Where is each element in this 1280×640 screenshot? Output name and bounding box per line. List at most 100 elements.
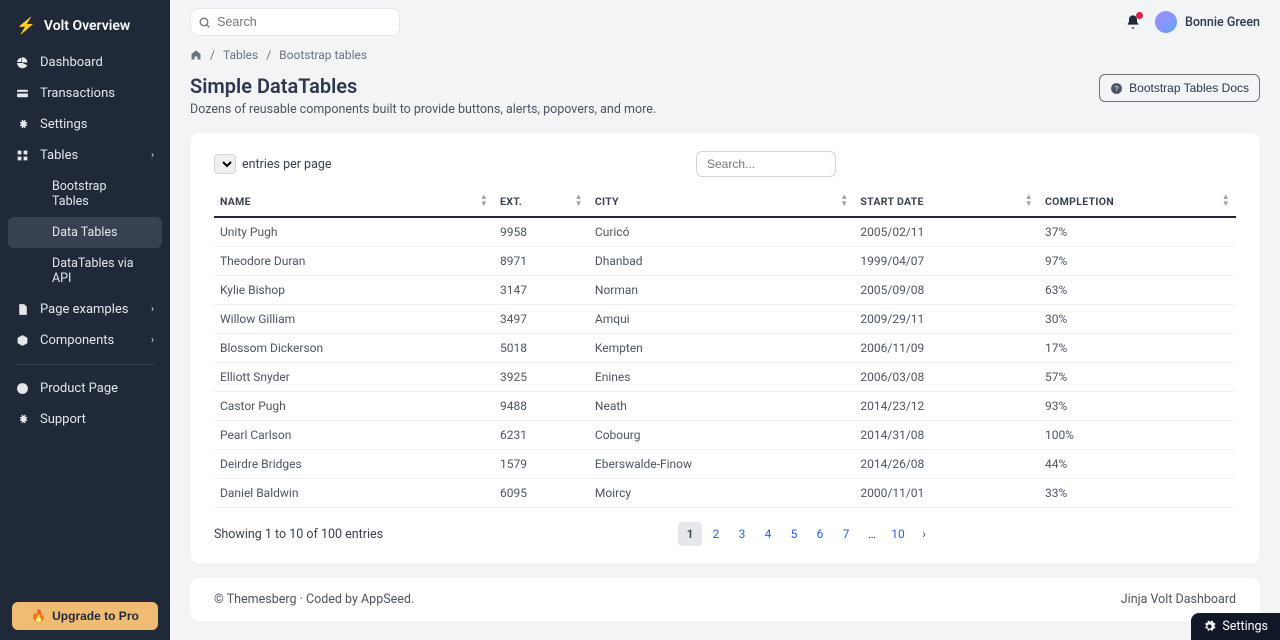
nav-label: Tables (40, 148, 78, 163)
breadcrumb-tables[interactable]: Tables (223, 48, 258, 62)
search-input[interactable] (217, 9, 399, 35)
page-4[interactable]: 4 (756, 522, 780, 546)
page-1[interactable]: 1 (678, 522, 702, 546)
table-cell: 37% (1039, 217, 1236, 247)
nav-label: Transactions (40, 86, 115, 101)
table-cell: 6231 (494, 421, 589, 450)
table-cell: 17% (1039, 334, 1236, 363)
global-search[interactable] (190, 8, 400, 36)
page-3[interactable]: 3 (730, 522, 754, 546)
table-cell: Daniel Baldwin (214, 479, 494, 508)
table-cell: 2014/31/08 (854, 421, 1039, 450)
help-icon (16, 382, 30, 395)
breadcrumb: / Tables / Bootstrap tables (170, 44, 1280, 62)
settings-fab-label: Settings (1222, 619, 1268, 634)
table-cell: 93% (1039, 392, 1236, 421)
sort-icon: ▲▼ (480, 193, 488, 207)
table-row: Castor Pugh9488Neath2014/23/1293% (214, 392, 1236, 421)
nav-label: Support (40, 412, 86, 427)
avatar (1155, 11, 1177, 33)
grid-icon (16, 149, 30, 162)
table-cell: 2000/11/01 (854, 479, 1039, 508)
col-header[interactable]: EXT.▲▼ (494, 187, 589, 217)
page-7[interactable]: 7 (834, 522, 858, 546)
gear-icon (1203, 620, 1216, 633)
chevron-right-icon: › (151, 304, 154, 315)
table-cell: 97% (1039, 247, 1236, 276)
sidebar-sub-datatables-via-api[interactable]: DataTables via API (8, 248, 162, 294)
col-header[interactable]: NAME▲▼ (214, 187, 494, 217)
page-6[interactable]: 6 (808, 522, 832, 546)
sidebar-item-dashboard[interactable]: Dashboard (0, 47, 170, 78)
page-next[interactable]: › (912, 522, 936, 546)
table-cell: 2014/23/12 (854, 392, 1039, 421)
sidebar-item-page-examples[interactable]: Page examples › (0, 294, 170, 325)
table-cell: 8971 (494, 247, 589, 276)
sidebar-item-support[interactable]: Support (0, 404, 170, 435)
table-cell: 9488 (494, 392, 589, 421)
page-10[interactable]: 10 (886, 522, 910, 546)
sidebar-item-settings[interactable]: Settings (0, 109, 170, 140)
fire-icon: 🔥 (31, 609, 46, 623)
table-cell: 9958 (494, 217, 589, 247)
sidebar-item-transactions[interactable]: Transactions (0, 78, 170, 109)
settings-fab[interactable]: Settings (1191, 613, 1280, 640)
table-row: Blossom Dickerson5018Kempten2006/11/0917… (214, 334, 1236, 363)
docs-button[interactable]: ? Bootstrap Tables Docs (1099, 74, 1260, 102)
gear-icon (16, 413, 30, 426)
footer-themesberg-link[interactable]: Themesberg (227, 592, 297, 607)
table-cell: Norman (589, 276, 855, 305)
table-cell: Castor Pugh (214, 392, 494, 421)
page-2[interactable]: 2 (704, 522, 728, 546)
table-cell: 2006/03/08 (854, 363, 1039, 392)
notification-dot-icon (1136, 12, 1143, 19)
table-cell: Unity Pugh (214, 217, 494, 247)
table-cell: 3147 (494, 276, 589, 305)
footer-appseed-link[interactable]: AppSeed (361, 592, 411, 607)
entries-select[interactable]: 10 (214, 154, 236, 174)
gear-icon (16, 118, 30, 131)
table-search-input[interactable] (696, 151, 836, 177)
table-cell: 2005/02/11 (854, 217, 1039, 247)
table-row: Elliott Snyder3925Enines2006/03/0857% (214, 363, 1236, 392)
col-header[interactable]: COMPLETION▲▼ (1039, 187, 1236, 217)
table-cell: Blossom Dickerson (214, 334, 494, 363)
table-row: Daniel Baldwin6095Moircy2000/11/0133% (214, 479, 1236, 508)
table-row: Kylie Bishop3147Norman2005/09/0863% (214, 276, 1236, 305)
table-cell: Willow Gilliam (214, 305, 494, 334)
user-menu[interactable]: Bonnie Green (1155, 11, 1260, 33)
table-row: Pearl Carlson6231Cobourg2014/31/08100% (214, 421, 1236, 450)
upgrade-button[interactable]: 🔥 Upgrade to Pro (12, 602, 158, 630)
page-5[interactable]: 5 (782, 522, 806, 546)
nav-label: Product Page (40, 381, 118, 396)
brand[interactable]: ⚡ Volt Overview (0, 10, 170, 47)
topbar: Bonnie Green (170, 0, 1280, 44)
table-cell: Theodore Duran (214, 247, 494, 276)
pagination: 1234567…10› (678, 522, 936, 546)
page-icon (16, 303, 30, 316)
sort-icon: ▲▼ (575, 193, 583, 207)
notifications-button[interactable] (1125, 14, 1141, 30)
table-row: Unity Pugh9958Curicó2005/02/1137% (214, 217, 1236, 247)
table-cell: 63% (1039, 276, 1236, 305)
col-header[interactable]: CITY▲▼ (589, 187, 855, 217)
col-header[interactable]: START DATE▲▼ (854, 187, 1039, 217)
table-cell: 1579 (494, 450, 589, 479)
nav-label: Page examples (40, 302, 129, 317)
footer: © Themesberg · Coded by AppSeed. Jinja V… (190, 578, 1260, 621)
sidebar-item-tables[interactable]: Tables › (0, 140, 170, 171)
table-cell: 6095 (494, 479, 589, 508)
sidebar-sub-bootstrap-tables[interactable]: Bootstrap Tables (8, 171, 162, 217)
card-icon (16, 87, 30, 100)
sidebar-item-product-page[interactable]: Product Page (0, 373, 170, 404)
sidebar-sub-data-tables[interactable]: Data Tables (8, 217, 162, 248)
chevron-right-icon: › (151, 150, 154, 161)
table-cell: 57% (1039, 363, 1236, 392)
table-cell: 2014/26/08 (854, 450, 1039, 479)
footer-product-link[interactable]: Jinja Volt Dashboard (1121, 592, 1236, 607)
table-cell: 44% (1039, 450, 1236, 479)
sidebar-item-components[interactable]: Components› (0, 325, 170, 356)
breadcrumb-home[interactable] (190, 49, 202, 61)
table-cell: 30% (1039, 305, 1236, 334)
sort-icon: ▲▼ (1025, 193, 1033, 207)
